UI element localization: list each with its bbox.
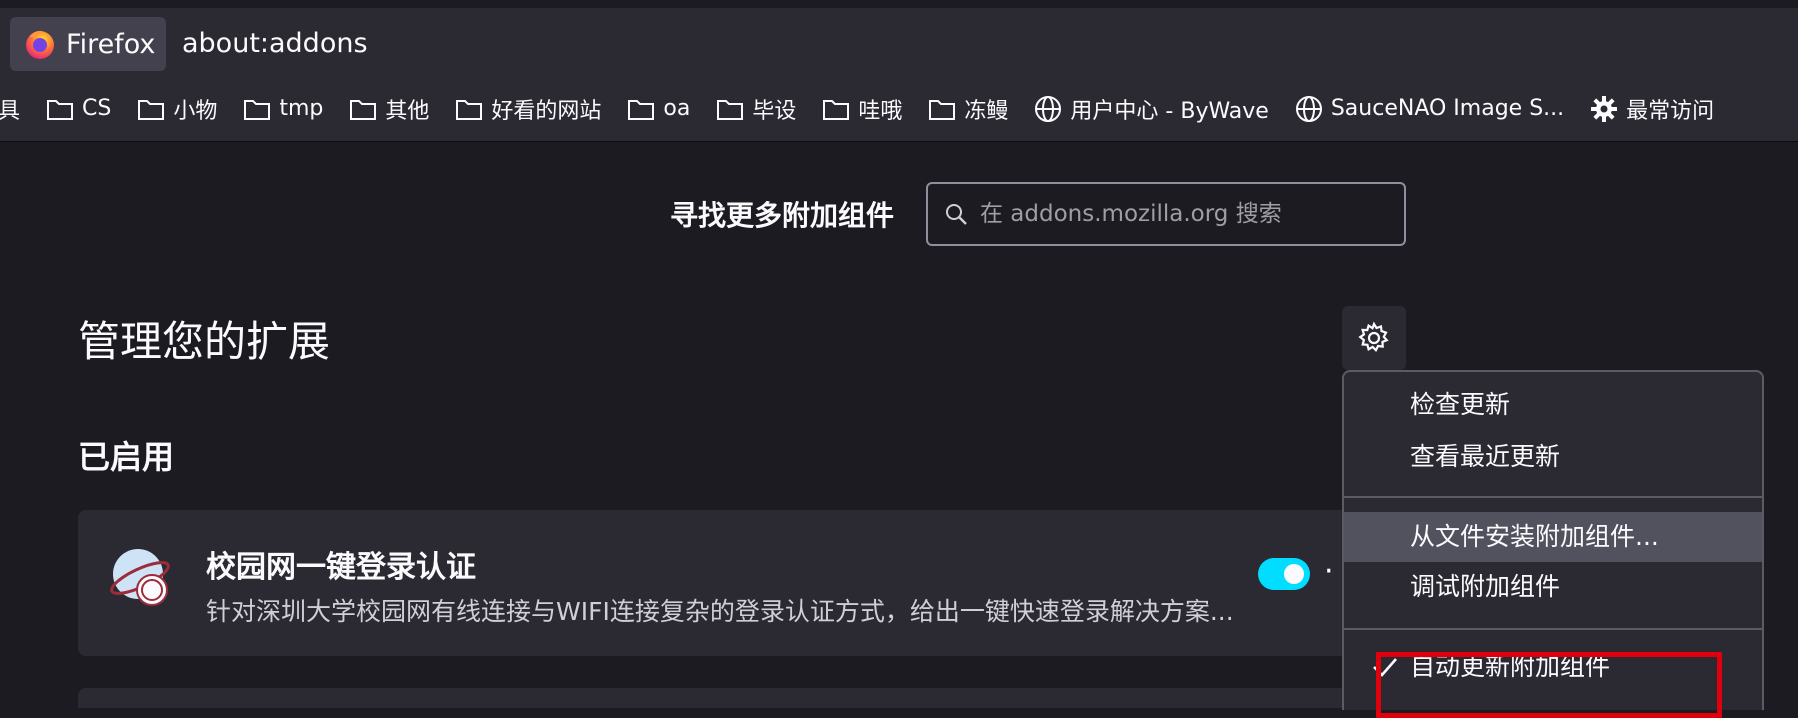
bookmark-item-truncated[interactable]: 具: [0, 93, 20, 125]
bookmark-folder-xiaowu[interactable]: 小物: [137, 93, 217, 125]
url-bar: Firefox about:addons: [0, 0, 1798, 76]
bookmark-label: oa: [663, 96, 691, 121]
menu-item-label: 从文件安装附加组件...: [1410, 522, 1659, 551]
bookmark-label: 小物: [173, 98, 218, 124]
globe-icon: [1295, 95, 1322, 122]
folder-icon: [929, 99, 956, 120]
folder-icon: [350, 99, 377, 120]
folder-icon: [47, 99, 74, 120]
bookmark-label: SauceNAO Image S...: [1330, 96, 1565, 121]
addon-card[interactable]: 校园网一键登录认证 针对深圳大学校园网有线连接与WIFI连接复杂的登录认证方式，…: [78, 510, 1438, 656]
folder-icon: [244, 99, 271, 120]
bookmark-folder-tmp[interactable]: tmp: [243, 96, 323, 121]
bookmark-folder-cs[interactable]: CS: [46, 96, 111, 121]
menu-separator: [1344, 496, 1762, 498]
gear-icon: [1358, 321, 1389, 353]
bookmark-folder-anime[interactable]: 冻鳗: [928, 93, 1008, 125]
search-input[interactable]: [980, 201, 1380, 227]
page-title: 管理您的扩展: [78, 317, 331, 366]
menu-item-label: 检查更新: [1410, 390, 1511, 419]
bookmark-label: 用户中心 - ByWave: [1070, 98, 1269, 124]
bookmark-folder-oa[interactable]: oa: [627, 96, 690, 121]
menu-item-install-from-file[interactable]: 从文件安装附加组件...: [1344, 512, 1762, 562]
menu-item-check-updates[interactable]: 检查更新: [1344, 380, 1762, 430]
bookmark-label: 其他: [385, 98, 430, 124]
addon-description: 针对深圳大学校园网有线连接与WIFI连接复杂的登录认证方式，给出一键快速登录解决…: [206, 597, 1234, 626]
addon-name[interactable]: 校园网一键登录认证: [206, 542, 476, 586]
folder-icon: [823, 99, 850, 120]
bookmark-label: tmp: [279, 96, 324, 121]
bookmark-label: 最常访问: [1626, 98, 1715, 124]
folder-icon: [138, 99, 165, 120]
addons-content: 寻找更多附加组件 管理您的扩展 已启用 校园网一键登录认证 针对深圳大学校园网有…: [0, 142, 1798, 718]
identity-button[interactable]: Firefox: [10, 17, 166, 71]
search-icon: [946, 204, 967, 225]
folder-icon: [717, 99, 744, 120]
bookmark-saucenao[interactable]: SauceNAO Image S...: [1295, 95, 1564, 123]
identity-label: Firefox: [66, 28, 156, 60]
find-more-label: 寻找更多附加组件: [670, 199, 895, 232]
tools-menu-button[interactable]: [1342, 306, 1406, 370]
menu-separator: [1344, 628, 1762, 630]
firefox-logo-icon: [26, 30, 54, 59]
folder-icon: [456, 99, 483, 120]
bookmark-label: 具: [0, 98, 21, 124]
globe-icon: [1035, 95, 1062, 122]
bookmark-label: 哇哦: [858, 98, 903, 124]
addon-globe-icon: [110, 549, 170, 606]
menu-item-debug-addons[interactable]: 调试附加组件: [1344, 562, 1762, 612]
bookmark-folder-thesis[interactable]: 毕设: [716, 93, 796, 125]
bookmark-bywave[interactable]: 用户中心 - ByWave: [1034, 93, 1269, 125]
menu-item-view-recent-updates[interactable]: 查看最近更新: [1344, 432, 1762, 482]
bookmark-label: CS: [82, 96, 112, 121]
addon-enable-toggle[interactable]: [1258, 558, 1310, 590]
highlight-annotation-box: [1376, 652, 1722, 718]
addon-card-next[interactable]: [78, 688, 1438, 708]
bookmark-folder-other[interactable]: 其他: [349, 93, 429, 125]
bookmark-label: 冻鳗: [964, 98, 1009, 124]
addons-search-box[interactable]: [926, 182, 1406, 246]
menu-item-label: 查看最近更新: [1410, 442, 1561, 471]
bookmark-most-visited[interactable]: 最常访问: [1590, 93, 1714, 125]
bookmark-label: 好看的网站: [491, 98, 602, 124]
toggle-knob: [1284, 564, 1304, 584]
bookmarks-toolbar: 具 CS 小物 tmp 其他 好看的网站 oa 毕设 哇哦 冻鳗 用户中心 - …: [0, 76, 1798, 142]
bookmark-folder-wow[interactable]: 哇哦: [822, 93, 902, 125]
enabled-section-title: 已启用: [78, 438, 175, 476]
bookmark-folder-nice-sites[interactable]: 好看的网站: [455, 93, 601, 125]
bookmark-label: 毕设: [752, 98, 797, 124]
gear-icon: [1591, 95, 1618, 122]
folder-icon: [628, 99, 655, 120]
url-text[interactable]: about:addons: [182, 28, 368, 59]
menu-item-label: 调试附加组件: [1410, 572, 1561, 601]
